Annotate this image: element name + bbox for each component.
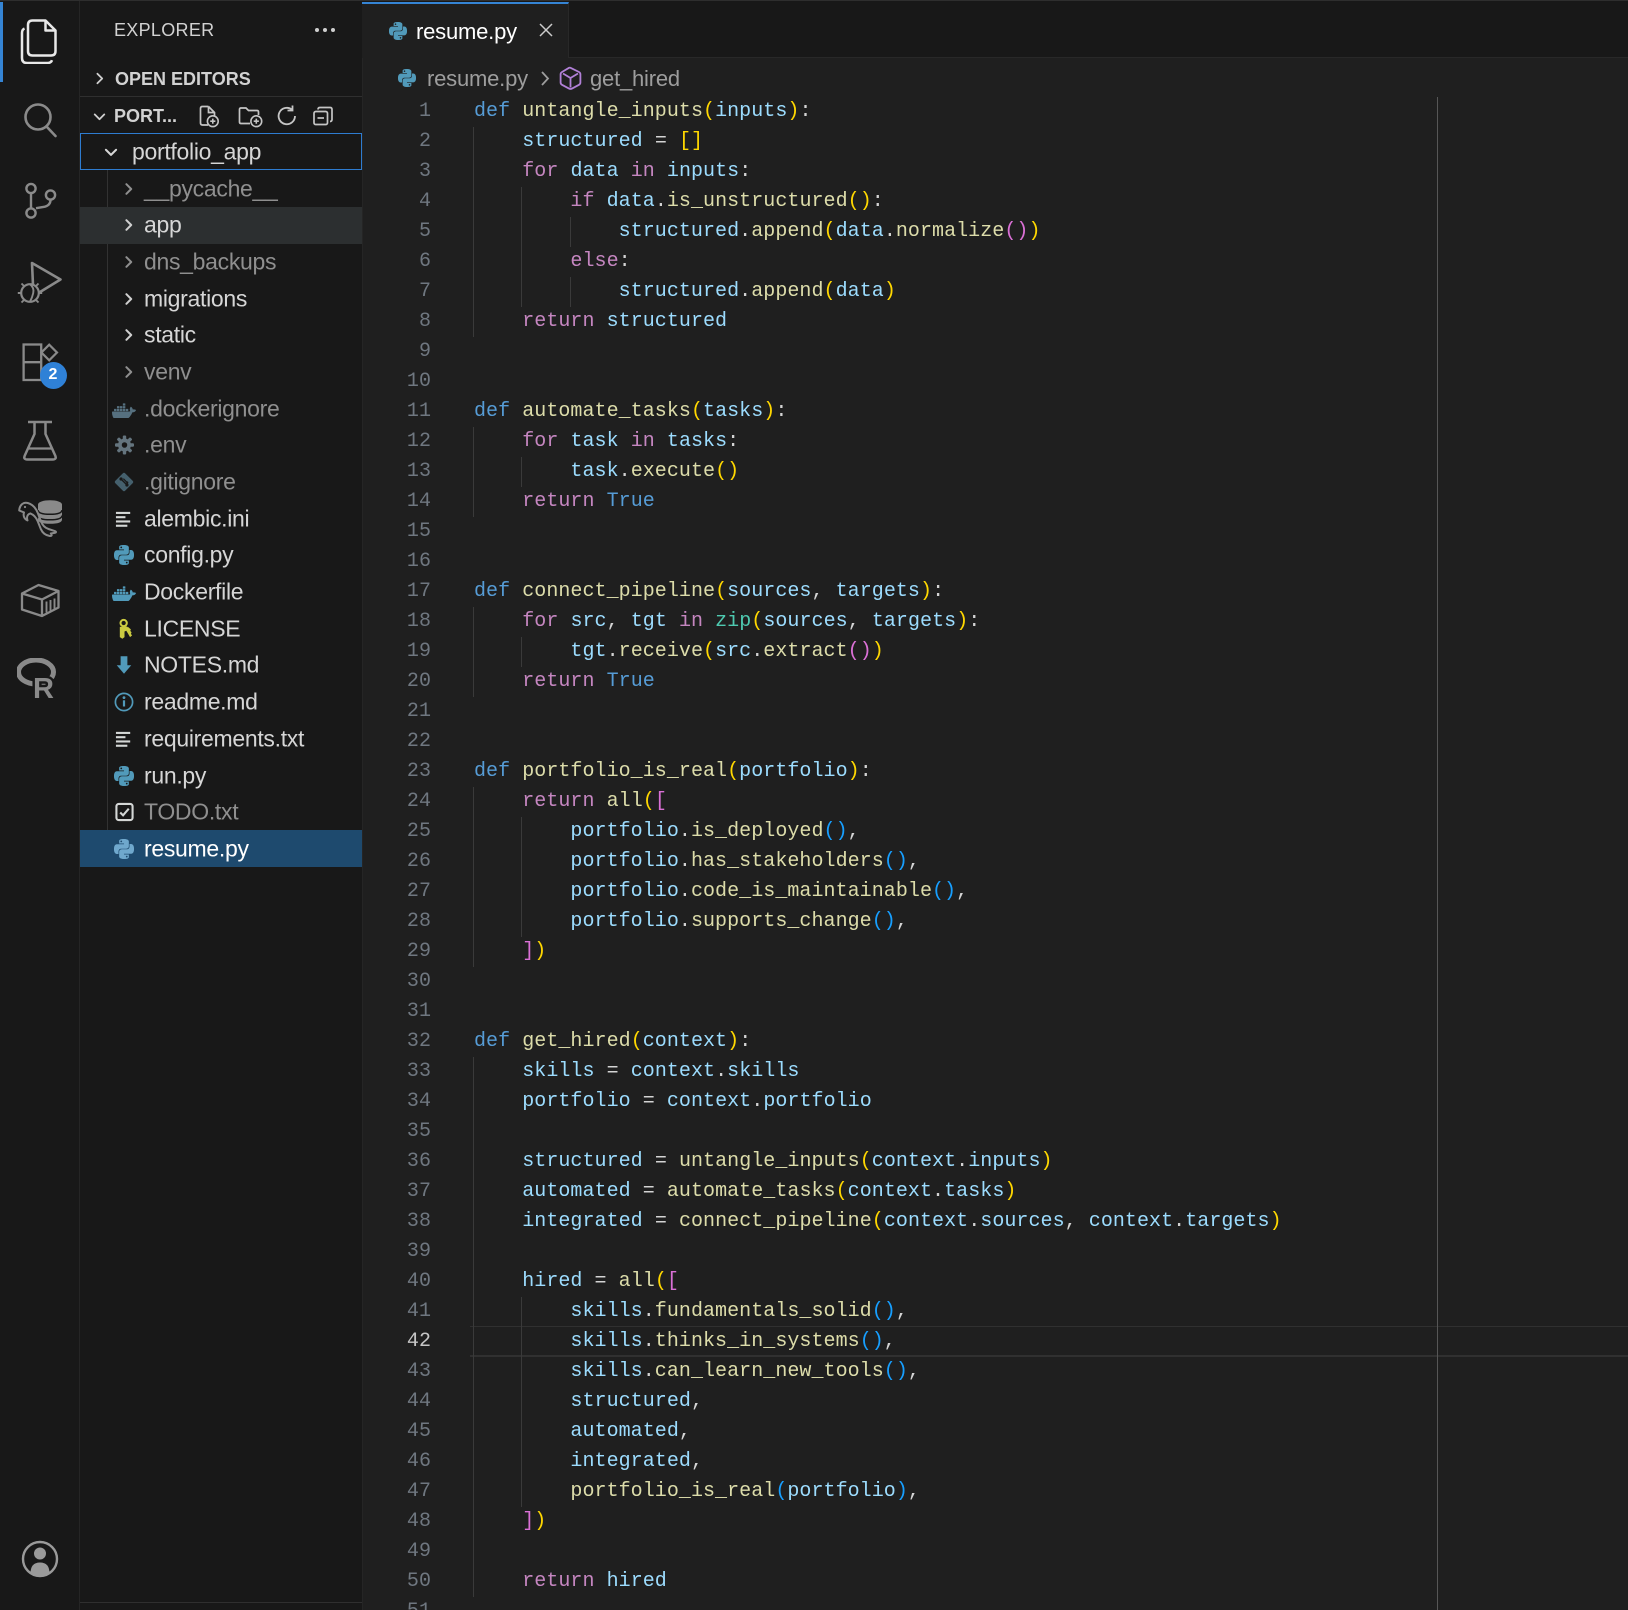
- svg-text:R: R: [33, 673, 54, 704]
